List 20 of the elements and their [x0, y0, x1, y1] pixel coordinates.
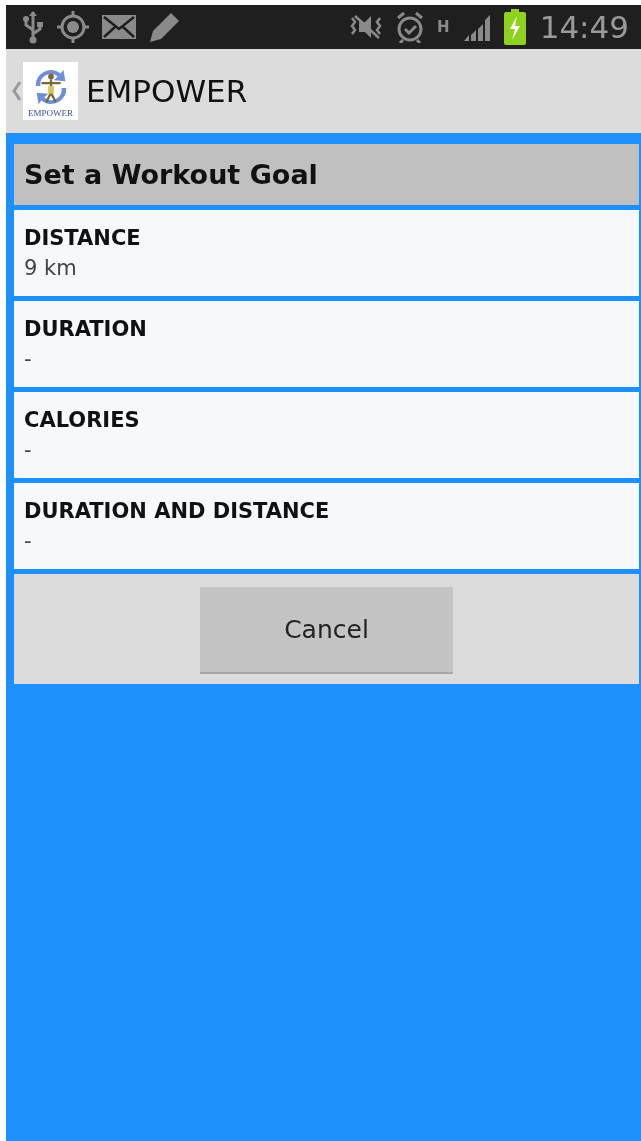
goal-option[interactable]: DURATION -	[14, 301, 639, 387]
dialog-title: Set a Workout Goal	[14, 144, 639, 205]
alarm-icon	[395, 11, 426, 43]
goal-option[interactable]: DISTANCE 9 km	[14, 210, 639, 296]
app-title: EMPOWER	[86, 73, 248, 109]
mute-vibrate-icon	[349, 14, 384, 40]
usb-icon	[22, 10, 44, 44]
signal-icon	[461, 13, 492, 41]
clock-time: 14:49	[539, 9, 629, 45]
goal-option[interactable]: CALORIES -	[14, 392, 639, 478]
up-button[interactable]: EMPOWER	[12, 62, 78, 120]
back-caret-icon	[12, 81, 21, 101]
network-type-label: H	[437, 19, 450, 35]
logo-text: EMPOWER	[28, 109, 73, 118]
gps-icon	[56, 10, 90, 44]
pencil-icon	[148, 10, 182, 44]
battery-charging-icon	[503, 9, 526, 45]
goal-option[interactable]: DURATION AND DISTANCE -	[14, 483, 639, 569]
cancel-button[interactable]: Cancel	[200, 587, 453, 674]
mail-icon	[102, 15, 136, 39]
